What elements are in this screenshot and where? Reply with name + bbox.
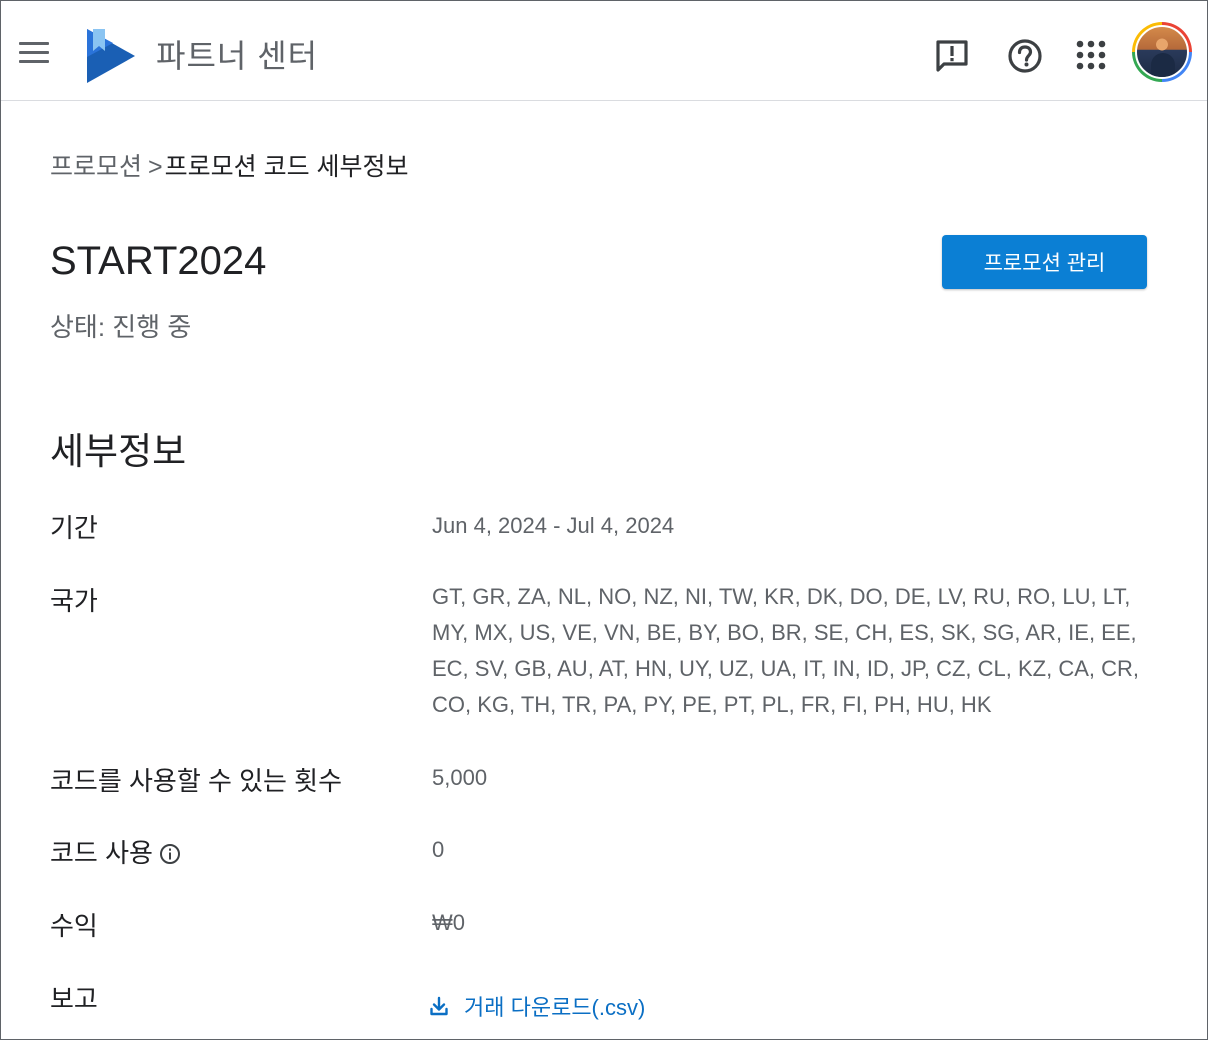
help-icon[interactable]: [1005, 35, 1045, 75]
manage-promotion-button[interactable]: 프로모션 관리: [942, 235, 1147, 289]
breadcrumb-parent[interactable]: 프로모션: [50, 153, 142, 181]
details-section-title: 세부정보: [50, 431, 187, 472]
revenue-label: 수익: [50, 911, 98, 941]
breadcrumb-current: 프로모션 코드 세부정보: [164, 153, 409, 181]
breadcrumb-separator: >: [148, 153, 163, 181]
apps-grid-icon[interactable]: [1071, 35, 1111, 75]
info-icon[interactable]: [159, 843, 181, 865]
download-icon: [430, 996, 448, 1016]
countries-label: 국가: [50, 586, 98, 616]
promo-status: 상태: 진행 중: [50, 312, 192, 342]
menu-icon[interactable]: [19, 35, 53, 69]
report-label: 보고: [50, 984, 98, 1014]
period-value: Jun 4, 2024 - Jul 4, 2024: [432, 513, 675, 538]
revenue-value: ₩0: [432, 910, 465, 935]
max-uses-label: 코드를 사용할 수 있는 횟수: [50, 766, 343, 796]
breadcrumb: 프로모션 >프로모션 코드 세부정보: [50, 147, 409, 183]
play-books-logo[interactable]: [83, 27, 139, 85]
download-transactions-link[interactable]: 거래 다운로드(.csv): [428, 990, 645, 1022]
countries-value: GT, GR, ZA, NL, NO, NZ, NI, TW, KR, DK, …: [432, 584, 1140, 717]
download-link-label: 거래 다운로드(.csv): [464, 995, 646, 1020]
page: 파트너 센터 프로모션 >프로모션 코드 세부정보 START2024 상태: 진…: [0, 0, 1208, 1040]
code-used-value: 0: [432, 837, 445, 862]
app-title: 파트너 센터: [156, 38, 319, 74]
code-used-label: 코드 사용: [50, 838, 153, 868]
period-label: 기간: [50, 513, 98, 543]
promo-code-title: START2024: [50, 239, 267, 283]
max-uses-value: 5,000: [432, 765, 488, 790]
avatar[interactable]: [1132, 22, 1192, 82]
code-used-row: 코드 사용: [50, 833, 181, 870]
feedback-icon[interactable]: [932, 35, 972, 75]
avatar-image: [1135, 25, 1189, 79]
top-app-bar: 파트너 센터: [1, 1, 1207, 101]
